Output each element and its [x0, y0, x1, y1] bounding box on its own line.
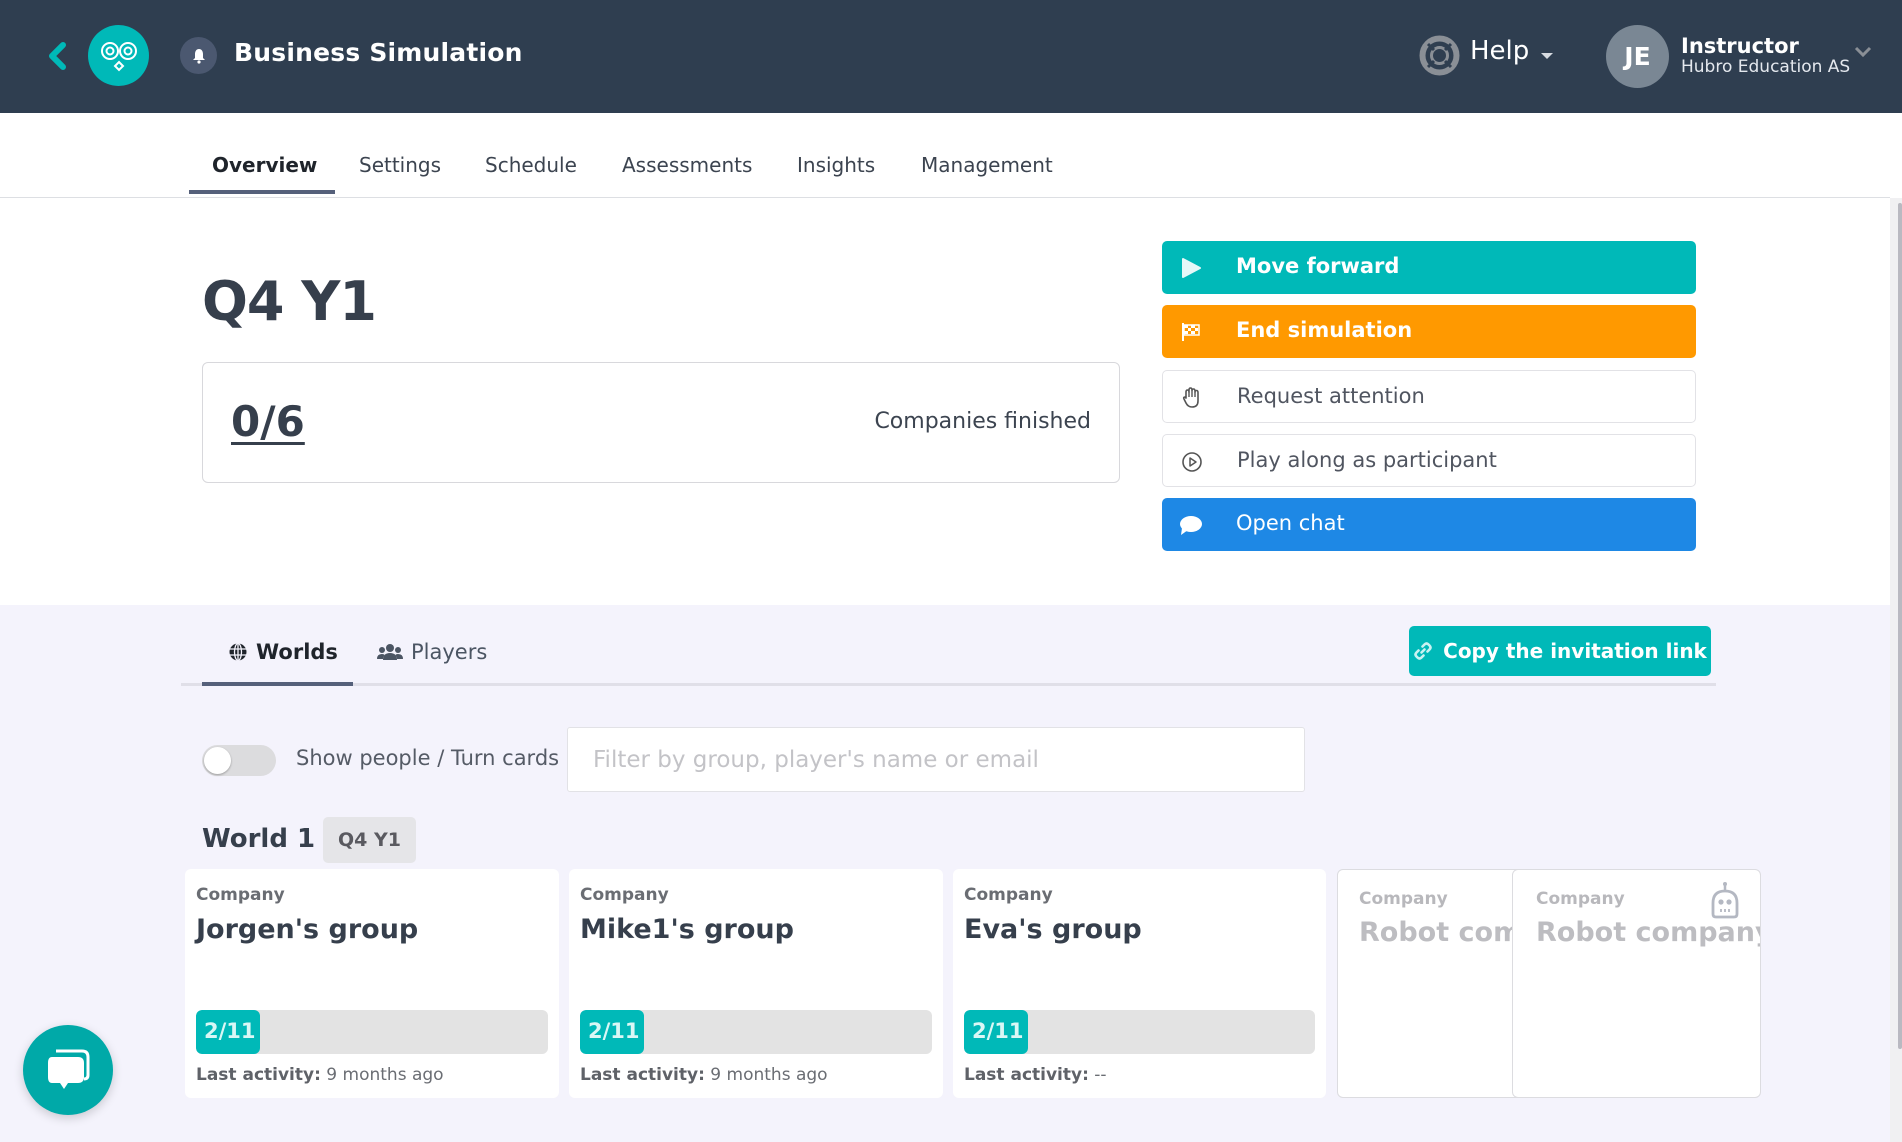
- company-card[interactable]: Company Mike1's group 2/11 Last activity…: [569, 869, 943, 1098]
- checkered-flag-icon: [1178, 319, 1204, 345]
- copy-invitation-link-label: Copy the invitation link: [1443, 639, 1707, 663]
- progress-bar: 2/11: [196, 1010, 548, 1054]
- progress-bar: 2/11: [964, 1010, 1315, 1054]
- company-name: Eva's group: [964, 914, 1142, 945]
- chevron-down-icon[interactable]: [1853, 45, 1873, 59]
- tabs-divider: [181, 683, 1716, 686]
- company-name: Robot company: [1359, 917, 1536, 948]
- progress-text: 2/11: [204, 1019, 256, 1043]
- help-menu-button[interactable]: Help: [1470, 36, 1529, 66]
- main-nav: Overview Settings Schedule Assessments I…: [0, 113, 1890, 198]
- chat-bubble-icon: [1178, 512, 1204, 538]
- period-title: Q4 Y1: [202, 270, 377, 333]
- robot-company-card[interactable]: Company Robot company: [1337, 869, 1537, 1098]
- company-label: Company: [964, 885, 1053, 905]
- last-activity-label: Last activity:: [196, 1065, 321, 1085]
- company-label: Company: [1359, 889, 1448, 909]
- play-circle-icon: [1179, 449, 1205, 475]
- company-name: Jorgen's group: [196, 914, 419, 945]
- filter-input[interactable]: [567, 727, 1305, 792]
- user-organization[interactable]: Hubro Education AS: [1681, 57, 1850, 77]
- user-role[interactable]: Instructor: [1681, 34, 1799, 58]
- last-activity-label: Last activity:: [964, 1065, 1089, 1085]
- notifications-button[interactable]: [180, 37, 217, 74]
- progress-fill: 2/11: [196, 1010, 260, 1054]
- companies-finished-card: 0/6 Companies finished: [202, 362, 1120, 483]
- tab-players-label: Players: [411, 640, 488, 664]
- progress-bar: 2/11: [580, 1010, 932, 1054]
- company-label: Company: [196, 885, 285, 905]
- tab-assessments[interactable]: Assessments: [622, 153, 752, 177]
- end-simulation-button[interactable]: End simulation: [1162, 305, 1696, 358]
- end-simulation-label: End simulation: [1236, 318, 1413, 342]
- company-label: Company: [1536, 889, 1625, 909]
- caret-down-icon[interactable]: [1541, 53, 1553, 59]
- companies-finished-label: Companies finished: [874, 409, 1091, 434]
- company-card[interactable]: Company Eva's group 2/11 Last activity: …: [953, 869, 1326, 1098]
- companies-finished-value[interactable]: 0/6: [231, 397, 305, 446]
- play-along-label: Play along as participant: [1237, 448, 1497, 472]
- last-activity-value: 9 months ago: [710, 1065, 828, 1085]
- company-card[interactable]: Company Jorgen's group 2/11 Last activit…: [185, 869, 559, 1098]
- play-icon: [1178, 255, 1204, 281]
- active-tab-indicator: [189, 190, 335, 194]
- world-period-badge: Q4 Y1: [323, 817, 416, 863]
- progress-fill: 2/11: [580, 1010, 644, 1054]
- company-label: Company: [580, 885, 669, 905]
- open-chat-label: Open chat: [1236, 511, 1345, 535]
- progress-fill: 2/11: [964, 1010, 1028, 1054]
- link-icon: [1414, 642, 1432, 660]
- tab-settings[interactable]: Settings: [359, 153, 441, 177]
- toggle-knob: [204, 747, 231, 774]
- last-activity: Last activity: 9 months ago: [196, 1065, 444, 1085]
- tab-management[interactable]: Management: [921, 153, 1053, 177]
- top-header: Business Simulation Help JE Instructor H…: [0, 0, 1902, 113]
- support-chat-button[interactable]: [23, 1025, 113, 1115]
- chat-bubbles-icon: [48, 1049, 90, 1089]
- last-activity-value: 9 months ago: [326, 1065, 444, 1085]
- company-name: Mike1's group: [580, 914, 794, 945]
- robot-icon: [1711, 882, 1739, 919]
- active-subtab-indicator: [202, 682, 353, 686]
- last-activity: Last activity: --: [964, 1065, 1107, 1085]
- scrollbar-thumb[interactable]: [1898, 203, 1902, 1049]
- company-name: Robot company: [1536, 917, 1761, 948]
- tab-worlds[interactable]: Worlds: [228, 640, 338, 664]
- move-forward-button[interactable]: Move forward: [1162, 241, 1696, 294]
- play-along-button[interactable]: Play along as participant: [1162, 434, 1696, 487]
- request-attention-label: Request attention: [1237, 384, 1425, 408]
- show-people-toggle[interactable]: [202, 745, 276, 776]
- progress-text: 2/11: [972, 1019, 1024, 1043]
- robot-company-card[interactable]: Company Robot company: [1512, 869, 1761, 1098]
- lifebuoy-icon[interactable]: [1419, 35, 1460, 76]
- copy-invitation-link-button[interactable]: Copy the invitation link: [1409, 626, 1711, 676]
- owl-logo-icon: [100, 41, 137, 71]
- world-title: World 1: [202, 824, 316, 854]
- user-avatar[interactable]: JE: [1606, 25, 1669, 88]
- tab-schedule[interactable]: Schedule: [485, 153, 577, 177]
- bell-icon: [192, 48, 205, 64]
- request-attention-button[interactable]: Request attention: [1162, 370, 1696, 423]
- app-logo[interactable]: [88, 25, 149, 86]
- tab-insights[interactable]: Insights: [797, 153, 875, 177]
- last-activity-label: Last activity:: [580, 1065, 705, 1085]
- tab-players[interactable]: Players: [377, 640, 487, 664]
- tab-worlds-label: Worlds: [256, 640, 338, 664]
- app-title: Business Simulation: [234, 38, 523, 67]
- last-activity: Last activity: 9 months ago: [580, 1065, 828, 1085]
- globe-icon: [229, 642, 247, 662]
- users-icon: [377, 644, 403, 660]
- progress-text: 2/11: [588, 1019, 640, 1043]
- show-people-label: Show people / Turn cards: [296, 746, 560, 770]
- back-button[interactable]: [44, 40, 70, 72]
- last-activity-value: --: [1094, 1065, 1107, 1085]
- tab-overview[interactable]: Overview: [212, 153, 317, 177]
- chevron-left-icon: [49, 42, 66, 70]
- move-forward-label: Move forward: [1236, 254, 1400, 278]
- raised-hand-icon: [1179, 385, 1205, 411]
- open-chat-button[interactable]: Open chat: [1162, 498, 1696, 551]
